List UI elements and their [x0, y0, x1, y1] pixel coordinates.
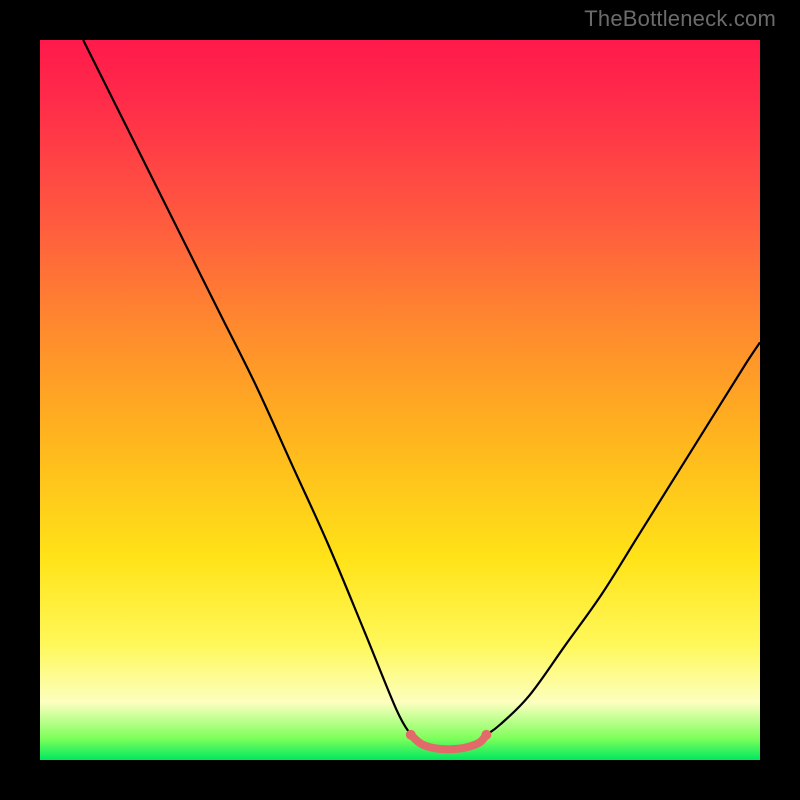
valley-end-dot-1	[481, 730, 491, 740]
curve-svg	[40, 40, 760, 760]
series-right-branch	[486, 342, 760, 734]
series-valley-emphasis	[411, 735, 487, 749]
plot-area	[40, 40, 760, 760]
valley-end-dot-0	[406, 730, 416, 740]
series-left-branch	[83, 40, 411, 735]
chart-frame: TheBottleneck.com	[0, 0, 800, 800]
watermark-text: TheBottleneck.com	[584, 6, 776, 32]
